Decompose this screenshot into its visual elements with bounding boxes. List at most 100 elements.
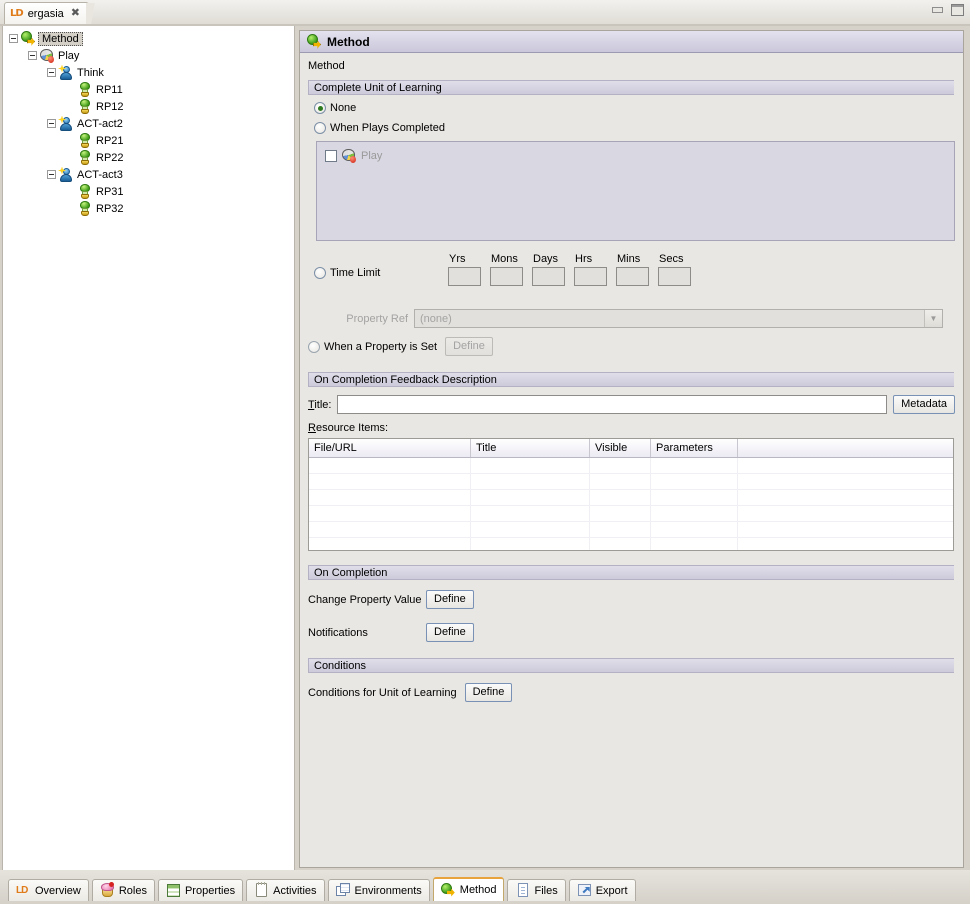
tree-guide: [66, 85, 75, 94]
export-arrow-icon: [577, 883, 592, 898]
conditions-define-button[interactable]: Define: [464, 683, 513, 702]
table-cell: [309, 458, 471, 473]
tree-guide: [66, 204, 75, 213]
when-property-set-row: When a Property is Set Define: [308, 337, 955, 356]
tab-label: Files: [534, 884, 558, 897]
tree-item-label: RP22: [96, 151, 124, 164]
bottom-tab-bar: LD Overview Roles Properties Activities Envir…: [0, 870, 970, 904]
chevron-down-icon[interactable]: ▼: [924, 310, 942, 327]
tree-item-act-act3[interactable]: ACT-act3: [3, 166, 294, 183]
tab-roles[interactable]: Roles: [91, 879, 155, 901]
table-row[interactable]: [309, 538, 953, 550]
table-row[interactable]: [309, 506, 953, 522]
table-cell: [309, 522, 471, 537]
time-field-mons: Mons: [490, 253, 523, 286]
table-cell: [651, 522, 738, 537]
table-row[interactable]: [309, 522, 953, 538]
tab-method[interactable]: Method: [432, 877, 505, 901]
tree-expander-icon[interactable]: [47, 68, 56, 77]
windows-icon: [335, 883, 351, 898]
table-cell: [738, 506, 953, 521]
table-cell: [471, 506, 590, 521]
tree-expander-icon[interactable]: [9, 34, 18, 43]
tree-guide: [66, 187, 75, 196]
time-field-input[interactable]: [448, 267, 481, 286]
time-field-input[interactable]: [616, 267, 649, 286]
outline-tree-panel[interactable]: Method Play Think RP11 RP12 ACT-act2 RP21 RP22 A…: [2, 26, 295, 871]
tree-item-play[interactable]: Play: [3, 47, 294, 64]
tab-overview[interactable]: LD Overview: [8, 879, 89, 901]
tree-item-rp11[interactable]: RP11: [3, 81, 294, 98]
play-checkbox[interactable]: [325, 150, 337, 162]
perspective-tabs: LD Overview Roles Properties Activities Envir…: [8, 877, 636, 901]
feedback-title-input[interactable]: [337, 395, 888, 414]
tab-files[interactable]: Files: [507, 879, 566, 901]
tab-export[interactable]: Export: [568, 879, 636, 901]
radio-time-limit-row[interactable]: Time Limit: [314, 267, 380, 279]
radio-none[interactable]: [314, 102, 326, 114]
method-editor-panel: Method Method Complete Unit of Learning …: [299, 30, 964, 868]
table-cell: [651, 458, 738, 473]
activity-icon: [58, 115, 74, 132]
table-row[interactable]: [309, 490, 953, 506]
tree-item-rp12[interactable]: RP12: [3, 98, 294, 115]
table-column-header[interactable]: [738, 439, 953, 457]
document-icon: [515, 883, 530, 898]
table-row[interactable]: [309, 458, 953, 474]
notifications-define-button[interactable]: Define: [426, 623, 474, 642]
plays-list-item[interactable]: Play: [317, 142, 954, 164]
play-icon: [341, 148, 357, 164]
time-field-input[interactable]: [532, 267, 565, 286]
close-icon[interactable]: ✖: [71, 8, 80, 19]
tab-properties[interactable]: Properties: [157, 879, 244, 901]
table-cell: [590, 458, 651, 473]
table-column-header[interactable]: Parameters: [651, 439, 738, 457]
change-property-value-define-button[interactable]: Define: [426, 590, 474, 609]
metadata-button[interactable]: Metadata: [893, 395, 955, 414]
tree-item-think[interactable]: Think: [3, 64, 294, 81]
tree-item-label: ACT-act3: [77, 168, 123, 181]
time-field-input[interactable]: [574, 267, 607, 286]
editor-body: Method Complete Unit of Learning None Wh…: [300, 53, 963, 702]
resource-property-icon: [77, 81, 93, 98]
tree-item-rp31[interactable]: RP31: [3, 183, 294, 200]
radio-none-row[interactable]: None: [314, 102, 955, 114]
editor-tab-strip: LD ergasia ✖: [0, 0, 970, 26]
tab-label: Properties: [184, 884, 236, 897]
radio-when-property-set[interactable]: [308, 340, 320, 353]
table-row[interactable]: [309, 474, 953, 490]
tree-item-method[interactable]: Method: [3, 30, 294, 47]
property-define-button[interactable]: Define: [445, 337, 493, 356]
table-column-header[interactable]: File/URL: [309, 439, 471, 457]
tree-item-act-act2[interactable]: ACT-act2: [3, 115, 294, 132]
resource-items-table[interactable]: File/URL Title Visible Parameters: [308, 438, 954, 551]
tree-item-rp32[interactable]: RP32: [3, 200, 294, 217]
method-icon: [20, 30, 36, 47]
plays-list-box[interactable]: Play: [316, 141, 955, 241]
tree-expander-icon[interactable]: [47, 119, 56, 128]
tab-environments[interactable]: Environments: [327, 879, 430, 901]
resource-items-table-body[interactable]: [309, 458, 953, 550]
time-field-hrs: Hrs: [574, 253, 607, 286]
property-ref-combo[interactable]: (none) ▼: [414, 309, 943, 328]
time-field-secs: Secs: [658, 253, 691, 286]
notifications-label: Notifications: [308, 626, 368, 639]
radio-when-plays-row[interactable]: When Plays Completed: [314, 122, 955, 134]
tab-activities[interactable]: Activities: [246, 879, 325, 901]
time-field-input[interactable]: [490, 267, 523, 286]
editor-tab-ergasia[interactable]: LD ergasia ✖: [4, 2, 104, 25]
table-column-header[interactable]: Title: [471, 439, 590, 457]
form-caption: Method: [308, 60, 345, 72]
radio-time-limit-label: Time Limit: [330, 267, 381, 279]
radio-when-plays-completed[interactable]: [314, 122, 326, 134]
resource-property-icon: [77, 183, 93, 200]
tree-item-rp21[interactable]: RP21: [3, 132, 294, 149]
tab-label: Roles: [118, 884, 147, 897]
tree-expander-icon[interactable]: [47, 170, 56, 179]
tree-item-rp22[interactable]: RP22: [3, 149, 294, 166]
time-field-input[interactable]: [658, 267, 691, 286]
radio-time-limit[interactable]: [314, 267, 326, 279]
table-column-header[interactable]: Visible: [590, 439, 651, 457]
ld-logo-icon: LD: [16, 885, 28, 896]
tree-expander-icon[interactable]: [28, 51, 37, 60]
